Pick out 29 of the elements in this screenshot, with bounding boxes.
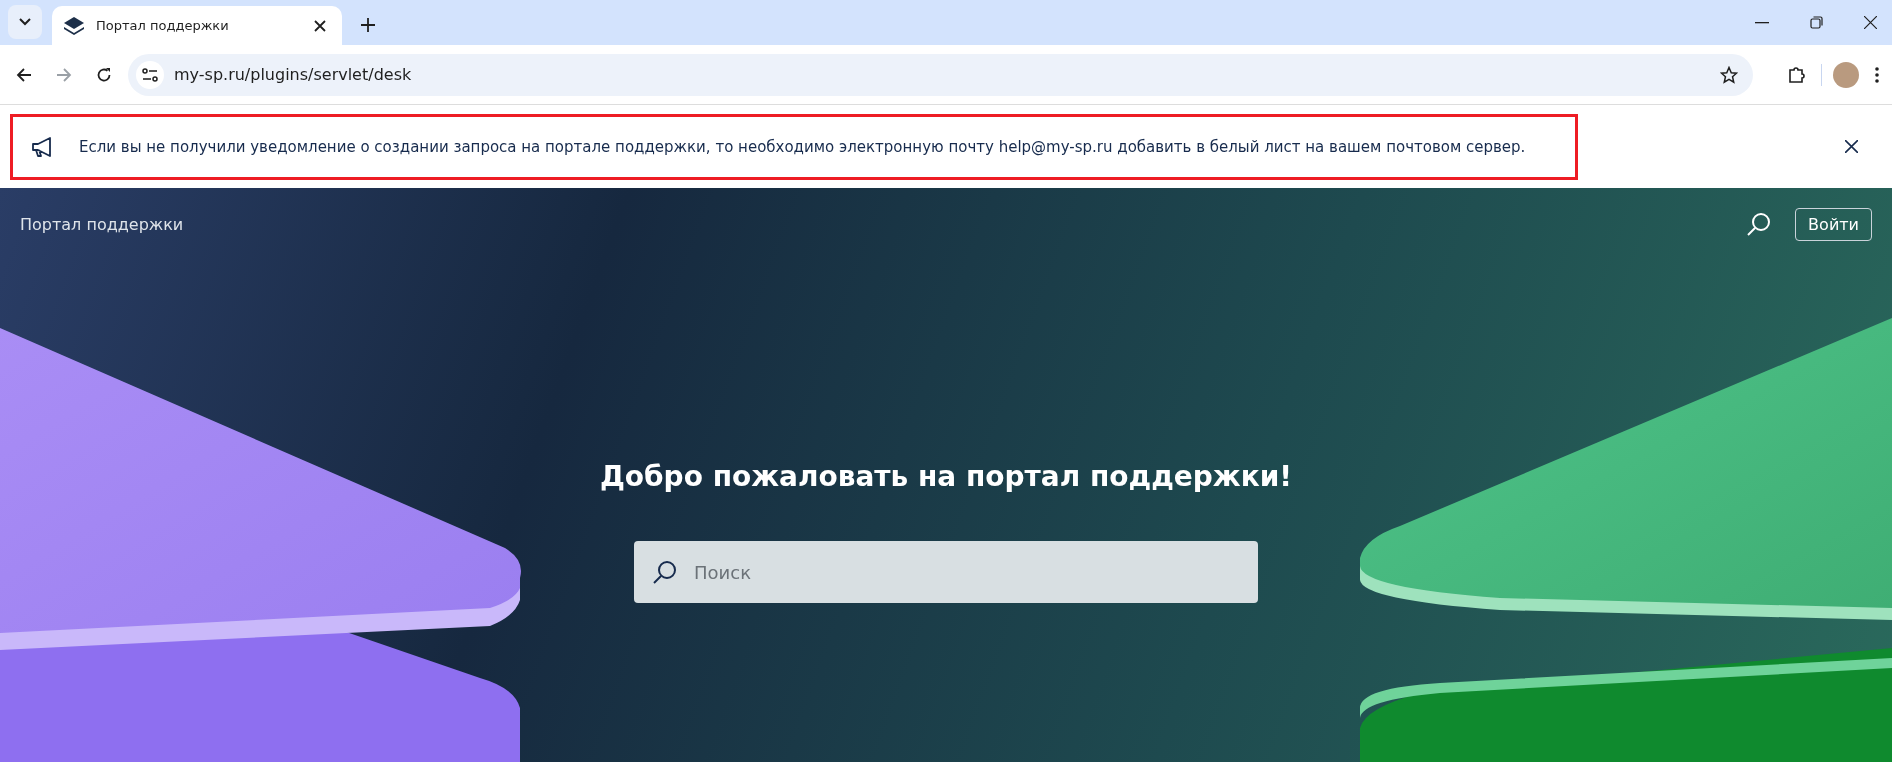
layers-icon xyxy=(64,16,84,35)
minimize-icon xyxy=(1755,21,1769,24)
login-button[interactable]: Войти xyxy=(1795,207,1872,241)
chevron-down-icon xyxy=(19,18,31,26)
more-vertical-icon xyxy=(1875,66,1879,83)
tab-title: Портал поддержки xyxy=(96,18,230,33)
plus-icon xyxy=(361,18,375,32)
close-icon xyxy=(1863,16,1877,29)
search-icon xyxy=(652,559,678,585)
star-icon xyxy=(1720,65,1738,84)
arrow-left-icon xyxy=(16,66,32,83)
arrow-right-icon xyxy=(56,66,72,83)
tab-list-button[interactable] xyxy=(8,5,42,39)
address-bar[interactable]: my-sp.ru/plugins/servlet/desk xyxy=(128,53,1753,96)
puzzle-icon xyxy=(1788,65,1806,84)
restore-icon xyxy=(1809,16,1823,29)
site-settings-button[interactable] xyxy=(136,60,164,89)
search-icon xyxy=(1746,211,1773,237)
notice-text: Если вы не получили уведомление о создании запроса на портале поддержки, то необходимо электронную почту help@my-sp.ru добавить в белый лист на вашем почтовом сервер. xyxy=(79,137,1527,156)
sliders-icon xyxy=(142,67,158,82)
close-icon xyxy=(1845,140,1858,153)
portal-title: Портал поддержки xyxy=(20,214,185,234)
close-icon xyxy=(314,19,326,32)
reload-icon xyxy=(96,66,112,83)
browser-tab[interactable]: Портал поддержки xyxy=(52,6,342,45)
url-text: my-sp.ru/plugins/servlet/desk xyxy=(174,65,413,84)
welcome-heading: Добро пожаловать на портал поддержки! xyxy=(599,460,1293,493)
search-field[interactable]: Поиск xyxy=(634,541,1258,603)
avatar-placeholder xyxy=(1833,61,1859,88)
